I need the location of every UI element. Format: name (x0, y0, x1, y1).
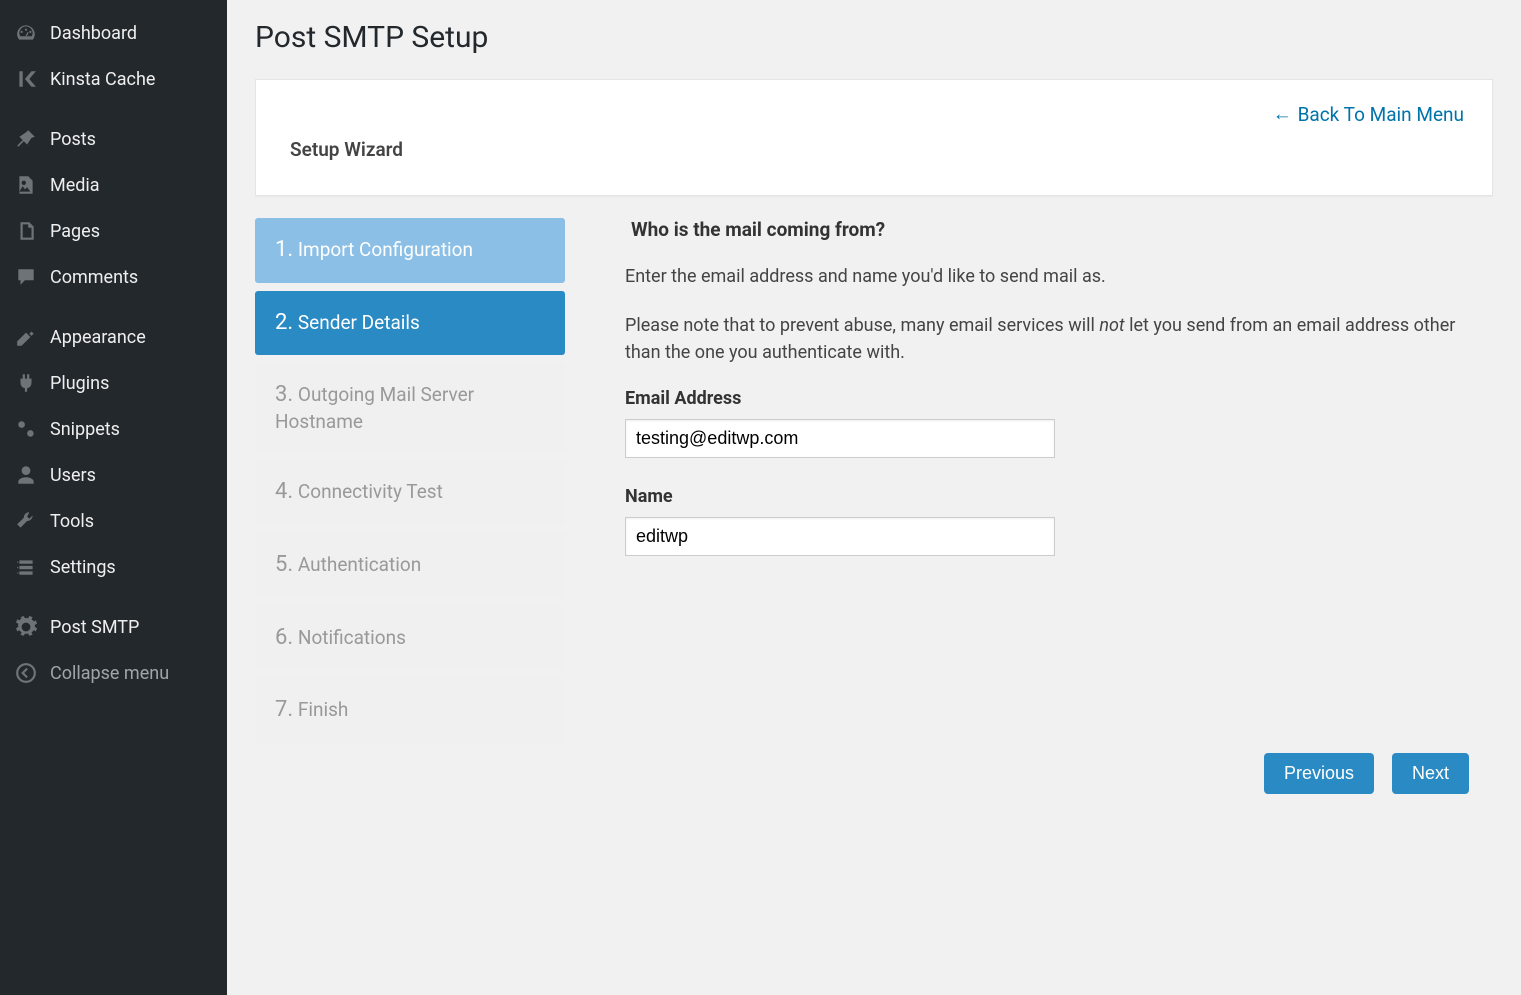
sidebar-item-label: Media (50, 175, 100, 196)
wizard-steps: 1. Import Configuration 2. Sender Detail… (255, 218, 565, 743)
plugins-icon (14, 371, 38, 395)
name-label: Name (625, 486, 1473, 507)
pin-icon (14, 127, 38, 151)
sidebar-item-settings[interactable]: Settings (0, 544, 227, 590)
step-connectivity-test: 4. Connectivity Test (255, 460, 565, 525)
arrow-left-icon: ← (1273, 102, 1292, 126)
step-finish: 7. Finish (255, 678, 565, 743)
media-icon (14, 173, 38, 197)
snippets-icon (14, 417, 38, 441)
appearance-icon (14, 325, 38, 349)
sidebar-item-kinsta[interactable]: Kinsta Cache (0, 56, 227, 102)
wizard-buttons: Previous Next (255, 743, 1493, 794)
step-outgoing-mail-server: 3. Outgoing Mail Server Hostname (255, 363, 565, 452)
sidebar-item-comments[interactable]: Comments (0, 254, 227, 300)
collapse-icon (14, 661, 38, 685)
settings-icon (14, 555, 38, 579)
sidebar-item-label: Comments (50, 267, 138, 288)
users-icon (14, 463, 38, 487)
sidebar-item-label: Post SMTP (50, 617, 139, 638)
sidebar-item-label: Dashboard (50, 23, 137, 44)
gear-icon (14, 615, 38, 639)
form-description-2: Please note that to prevent abuse, many … (625, 312, 1473, 366)
form-heading: Who is the mail coming from? (631, 218, 1473, 241)
sidebar-item-appearance[interactable]: Appearance (0, 314, 227, 360)
admin-sidebar: Dashboard Kinsta Cache Posts Media Pages… (0, 0, 227, 995)
sidebar-collapse[interactable]: Collapse menu (0, 650, 227, 696)
back-link-label: Back To Main Menu (1298, 103, 1464, 126)
main-content: Post SMTP Setup ← Back To Main Menu Setu… (227, 0, 1521, 995)
page-title: Post SMTP Setup (255, 20, 1493, 55)
step-import-configuration[interactable]: 1. Import Configuration (255, 218, 565, 283)
sidebar-item-users[interactable]: Users (0, 452, 227, 498)
sidebar-item-dashboard[interactable]: Dashboard (0, 10, 227, 56)
comments-icon (14, 265, 38, 289)
sidebar-item-posts[interactable]: Posts (0, 116, 227, 162)
sidebar-item-label: Snippets (50, 419, 120, 440)
sidebar-item-media[interactable]: Media (0, 162, 227, 208)
sidebar-item-label: Users (50, 465, 96, 486)
setup-card: ← Back To Main Menu Setup Wizard (255, 79, 1493, 196)
email-field[interactable] (625, 419, 1055, 458)
pages-icon (14, 219, 38, 243)
sidebar-item-tools[interactable]: Tools (0, 498, 227, 544)
sidebar-item-label: Tools (50, 511, 94, 532)
sidebar-item-snippets[interactable]: Snippets (0, 406, 227, 452)
sidebar-item-label: Kinsta Cache (50, 69, 155, 90)
sidebar-collapse-label: Collapse menu (50, 663, 169, 684)
sidebar-item-label: Settings (50, 557, 116, 578)
step-notifications: 6. Notifications (255, 606, 565, 671)
sidebar-item-pages[interactable]: Pages (0, 208, 227, 254)
previous-button[interactable]: Previous (1264, 753, 1374, 794)
sidebar-item-plugins[interactable]: Plugins (0, 360, 227, 406)
sidebar-item-label: Posts (50, 129, 96, 150)
step-sender-details[interactable]: 2. Sender Details (255, 291, 565, 356)
back-to-main-link[interactable]: ← Back To Main Menu (1273, 102, 1464, 126)
form-description-1: Enter the email address and name you'd l… (625, 263, 1473, 290)
card-title: Setup Wizard (290, 138, 1458, 161)
wizard-content: Who is the mail coming from? Enter the e… (625, 218, 1493, 743)
sidebar-item-label: Pages (50, 221, 100, 242)
email-label: Email Address (625, 388, 1473, 409)
dashboard-icon (14, 21, 38, 45)
sidebar-item-label: Plugins (50, 373, 109, 394)
sidebar-item-label: Appearance (50, 327, 146, 348)
kinsta-icon (14, 67, 38, 91)
name-field[interactable] (625, 517, 1055, 556)
next-button[interactable]: Next (1392, 753, 1469, 794)
sidebar-item-post-smtp[interactable]: Post SMTP (0, 604, 227, 650)
step-authentication: 5. Authentication (255, 533, 565, 598)
tools-icon (14, 509, 38, 533)
wizard-area: 1. Import Configuration 2. Sender Detail… (255, 218, 1493, 743)
